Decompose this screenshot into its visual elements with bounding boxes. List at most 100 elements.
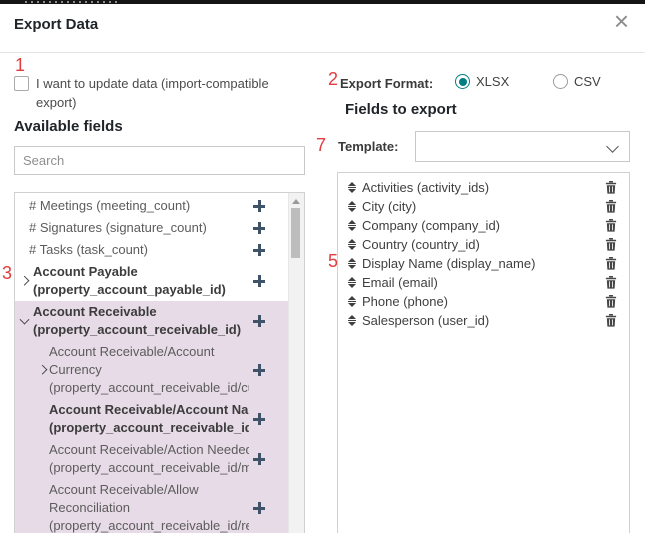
export-field-row[interactable]: Display Name (display_name)	[338, 254, 629, 273]
export-field-label: Country (country_id)	[362, 237, 605, 252]
sort-up-icon	[348, 239, 356, 243]
drag-handle-icon[interactable]	[348, 258, 356, 269]
add-field-icon[interactable]	[253, 502, 265, 514]
export-field-row[interactable]: Company (company_id)	[338, 216, 629, 235]
close-icon[interactable]: ×	[614, 8, 629, 34]
sort-up-icon	[348, 296, 356, 300]
drag-handle-icon[interactable]	[348, 277, 356, 288]
export-field-label: Company (company_id)	[362, 218, 605, 233]
trash-icon[interactable]	[605, 295, 617, 308]
chevron-right-icon[interactable]	[38, 365, 48, 375]
scrollbar-thumb[interactable]	[291, 208, 300, 258]
sort-down-icon	[348, 322, 356, 326]
drag-handle-icon[interactable]	[348, 220, 356, 231]
add-field-icon[interactable]	[253, 453, 265, 465]
export-field-label: Email (email)	[362, 275, 605, 290]
update-data-label[interactable]: I want to update data (import-compatible…	[36, 74, 298, 112]
field-label-line: Account Receivable/Account Name	[49, 401, 249, 419]
export-field-label: Activities (activity_ids)	[362, 180, 605, 195]
available-field-row[interactable]: Account Receivable/AllowReconciliation(p…	[15, 479, 289, 533]
drag-handle-icon[interactable]	[348, 296, 356, 307]
sort-up-icon	[348, 220, 356, 224]
sort-bar-icon	[348, 206, 356, 207]
available-field-row[interactable]: Account Receivable/AccountCurrency(prope…	[15, 341, 289, 399]
export-field-row[interactable]: Phone (phone)	[338, 292, 629, 311]
annotation-7: 7	[316, 136, 326, 154]
field-label-line: # Signatures (signature_count)	[29, 219, 249, 237]
fields-to-export-list: Activities (activity_ids) City (city) Comp…	[337, 172, 630, 533]
export-field-row[interactable]: Country (country_id)	[338, 235, 629, 254]
add-field-icon[interactable]	[253, 222, 265, 234]
scrollbar[interactable]	[288, 193, 304, 533]
format-option-xlsx[interactable]: XLSX	[455, 74, 509, 89]
available-field-row[interactable]: # Signatures (signature_count)	[15, 217, 289, 239]
export-field-row[interactable]: Salesperson (user_id)	[338, 311, 629, 330]
add-field-icon[interactable]	[253, 244, 265, 256]
xlsx-label[interactable]: XLSX	[476, 74, 509, 89]
sort-down-icon	[348, 265, 356, 269]
fields-to-export-heading: Fields to export	[345, 101, 457, 118]
field-label-line: Account Payable	[33, 263, 249, 281]
radio-unselected-icon[interactable]	[553, 74, 568, 89]
export-field-row[interactable]: Email (email)	[338, 273, 629, 292]
trash-icon[interactable]	[605, 276, 617, 289]
trash-icon[interactable]	[605, 257, 617, 270]
available-fields-list: # Meetings (meeting_count) # Signatures (…	[14, 192, 305, 533]
sort-up-icon	[348, 277, 356, 281]
template-select[interactable]	[415, 131, 630, 162]
trash-icon[interactable]	[605, 200, 617, 213]
sort-bar-icon	[348, 282, 356, 283]
sort-down-icon	[348, 208, 356, 212]
field-label-line: Account Receivable/Action Needed	[49, 441, 249, 459]
add-field-icon[interactable]	[253, 364, 265, 376]
drag-handle-icon[interactable]	[348, 315, 356, 326]
radio-selected-icon[interactable]	[455, 74, 470, 89]
update-data-option: I want to update data (import-compatible…	[14, 74, 298, 112]
annotation-1: 1	[15, 56, 25, 74]
export-field-row[interactable]: Activities (activity_ids)	[338, 178, 629, 197]
trash-icon[interactable]	[605, 314, 617, 327]
field-label-line: (property_account_receivable_id/curr	[49, 379, 249, 397]
sort-down-icon	[348, 284, 356, 288]
field-label-line: Currency	[49, 361, 249, 379]
chevron-down-icon	[606, 140, 619, 153]
sort-bar-icon	[348, 301, 356, 302]
search-input[interactable]	[14, 146, 305, 175]
field-label-line: (property_account_receivable_id)	[33, 321, 249, 339]
drag-handle-icon[interactable]	[348, 201, 356, 212]
chevron-right-icon[interactable]	[20, 276, 30, 286]
field-label-line: Reconciliation	[49, 499, 249, 517]
field-label: Account Payable(property_account_payable…	[33, 263, 289, 299]
sort-bar-icon	[348, 225, 356, 226]
add-field-icon[interactable]	[253, 200, 265, 212]
export-field-label: Phone (phone)	[362, 294, 605, 309]
trash-icon[interactable]	[605, 181, 617, 194]
export-field-row[interactable]: City (city)	[338, 197, 629, 216]
export-field-label: Display Name (display_name)	[362, 256, 605, 271]
field-label: Account Receivable(property_account_rece…	[33, 303, 289, 339]
trash-icon[interactable]	[605, 219, 617, 232]
field-label-line: Account Receivable	[33, 303, 249, 321]
format-option-csv[interactable]: CSV	[553, 74, 601, 89]
available-field-row[interactable]: # Tasks (task_count)	[15, 239, 289, 261]
available-field-row[interactable]: Account Receivable(property_account_rece…	[15, 301, 289, 341]
drag-handle-icon[interactable]	[348, 239, 356, 250]
sort-up-icon	[348, 201, 356, 205]
field-label-line: (property_account_receivable_id/rec	[49, 517, 249, 533]
trash-icon[interactable]	[605, 238, 617, 251]
annotation-3: 3	[2, 264, 12, 282]
csv-label[interactable]: CSV	[574, 74, 601, 89]
add-field-icon[interactable]	[253, 275, 265, 287]
available-field-row[interactable]: Account Receivable/Action Needed(propert…	[15, 439, 289, 479]
available-field-row[interactable]: # Meetings (meeting_count)	[15, 195, 289, 217]
scrollbar-up-icon[interactable]	[292, 199, 300, 204]
drag-handle-icon[interactable]	[348, 182, 356, 193]
update-data-checkbox[interactable]	[14, 76, 29, 91]
export-field-label: Salesperson (user_id)	[362, 313, 605, 328]
chevron-down-icon[interactable]	[20, 315, 30, 325]
sort-up-icon	[348, 315, 356, 319]
add-field-icon[interactable]	[253, 413, 265, 425]
available-field-row[interactable]: Account Receivable/Account Name(property…	[15, 399, 289, 439]
add-field-icon[interactable]	[253, 315, 265, 327]
available-field-row[interactable]: Account Payable(property_account_payable…	[15, 261, 289, 301]
